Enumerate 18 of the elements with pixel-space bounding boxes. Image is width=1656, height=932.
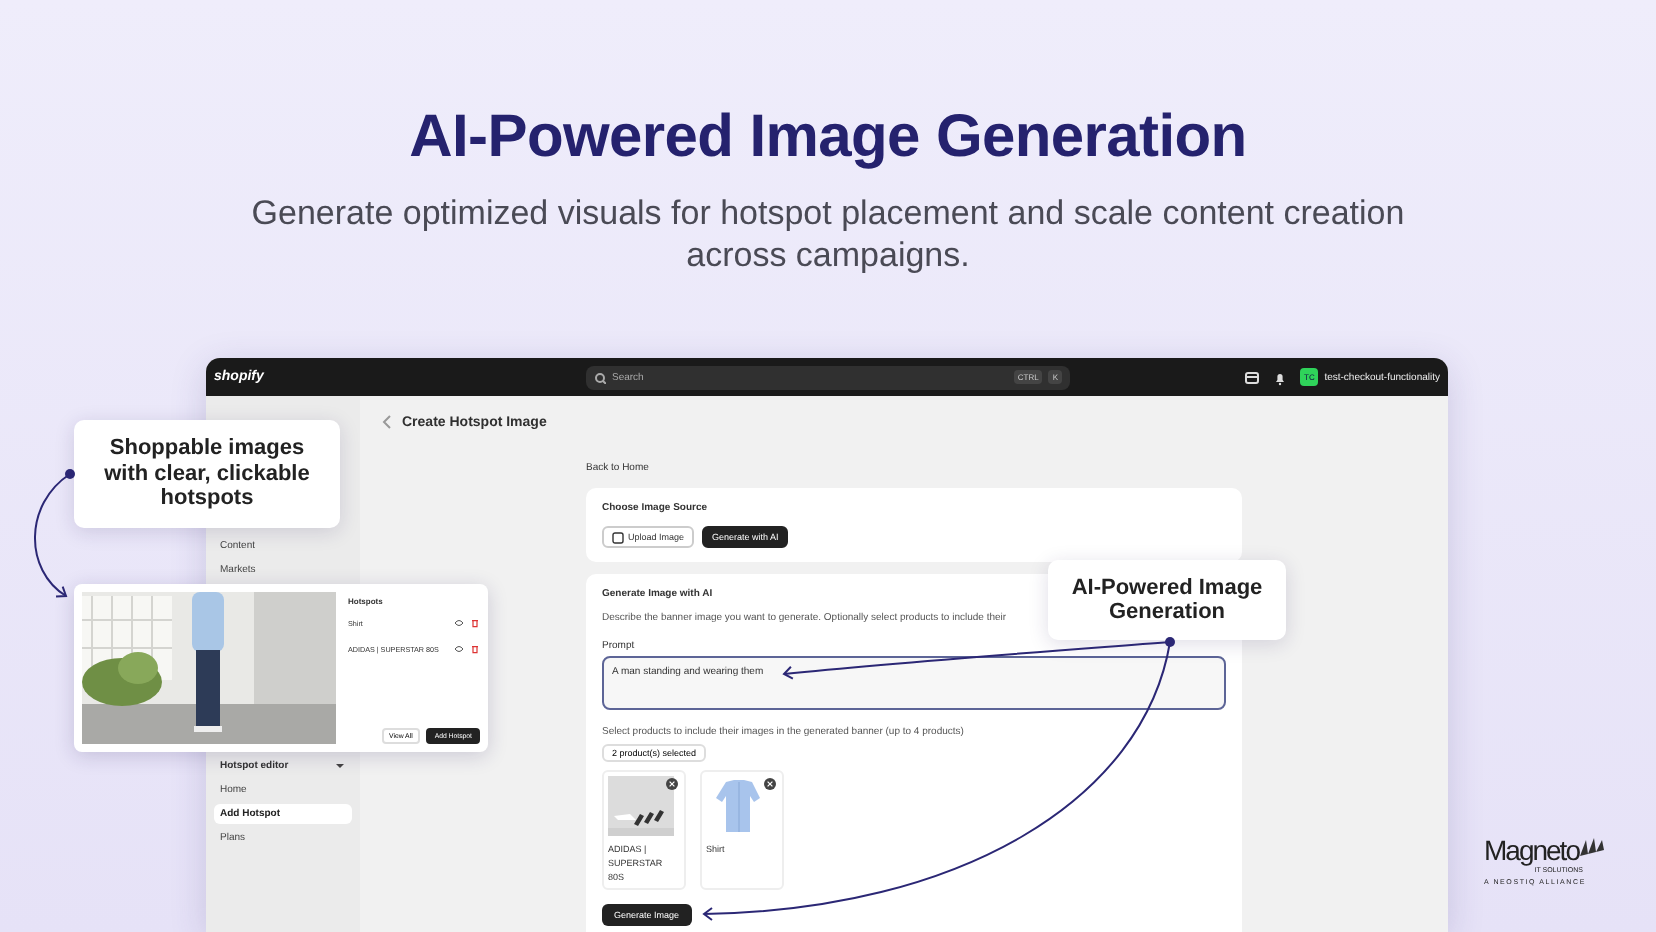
callout-text: Shoppable images with clear, clickable hotspots <box>102 436 312 512</box>
trash-icon <box>470 644 480 654</box>
page-title: AI-Powered Image Generation <box>407 104 1249 172</box>
callout-text: AI-Powered Image Generation <box>1069 575 1265 625</box>
eye-icon <box>454 644 464 654</box>
connector-arrow <box>34 469 75 598</box>
image-icon <box>612 531 624 543</box>
close-icon <box>666 778 678 790</box>
search-icon <box>594 371 606 383</box>
bird-icon <box>1578 836 1607 858</box>
trash-icon <box>470 618 480 628</box>
eye-icon <box>454 618 464 628</box>
back-icon <box>380 414 394 430</box>
brand-name: Magneto <box>1484 836 1579 866</box>
inbox-icon <box>1244 369 1261 385</box>
bell-icon <box>1272 369 1289 385</box>
page-subtitle: Generate optimized visuals for hotspot placement and scale content creation across campaigns. <box>249 192 1407 276</box>
close-icon <box>764 778 776 790</box>
